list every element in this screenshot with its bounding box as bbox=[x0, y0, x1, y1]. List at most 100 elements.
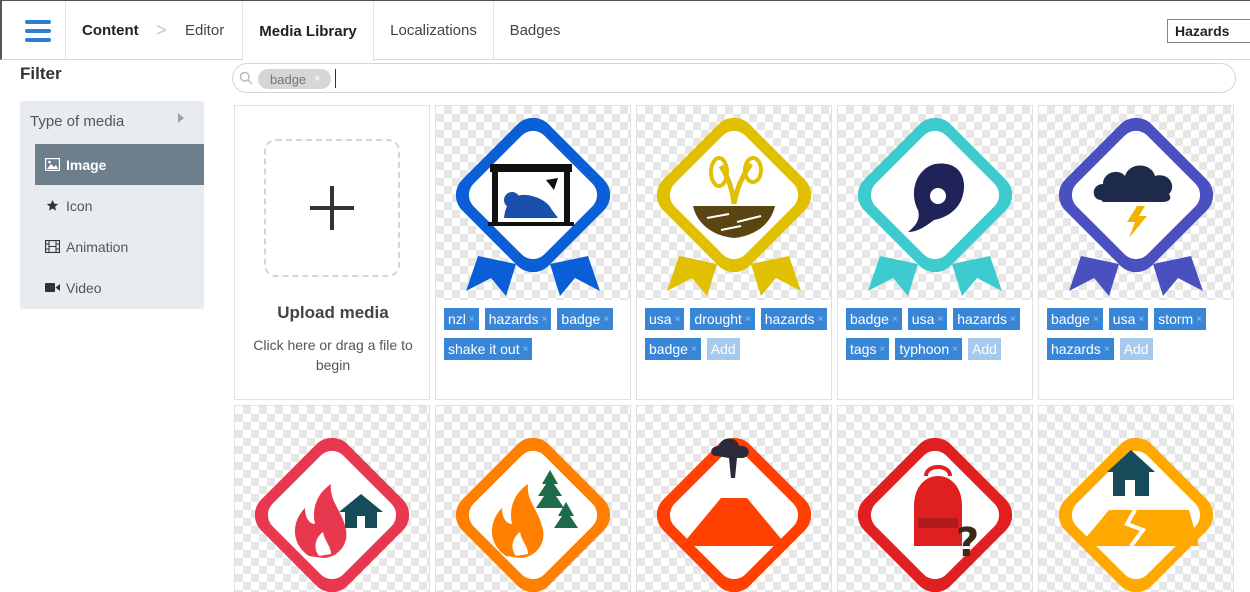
tag-remove-icon[interactable]: × bbox=[542, 314, 548, 325]
media-card[interactable]: usa × drought × hazards × badge × Add bbox=[636, 105, 832, 400]
tag-label: usa bbox=[1112, 311, 1136, 327]
hamburger-menu-icon[interactable] bbox=[10, 1, 66, 60]
tag[interactable]: badge × bbox=[645, 338, 701, 360]
tag-label: storm bbox=[1158, 311, 1194, 327]
tag-label: badge bbox=[561, 311, 601, 327]
filter-title: Filter bbox=[20, 64, 62, 83]
tag-remove-icon[interactable]: × bbox=[1010, 314, 1016, 325]
tag[interactable]: drought × bbox=[690, 308, 755, 330]
filter-item-video[interactable]: Video bbox=[35, 267, 204, 308]
tag-remove-icon[interactable]: × bbox=[1196, 314, 1202, 325]
filter-item-label: Image bbox=[66, 156, 107, 173]
media-card[interactable] bbox=[636, 405, 832, 592]
tag[interactable]: badge × bbox=[1047, 308, 1103, 330]
tag[interactable]: hazards × bbox=[760, 308, 828, 330]
tag-remove-icon[interactable]: × bbox=[1093, 314, 1099, 325]
media-thumbnail[interactable] bbox=[1039, 106, 1233, 300]
tag[interactable]: usa × bbox=[907, 308, 948, 330]
tag-label: usa bbox=[911, 311, 935, 327]
tag-label: typhoon bbox=[899, 341, 950, 357]
filter-item-animation[interactable]: Animation bbox=[35, 226, 204, 267]
tag-remove-icon[interactable]: × bbox=[745, 314, 751, 325]
caret-right-icon[interactable] bbox=[178, 113, 184, 123]
tag[interactable]: hazards × bbox=[1047, 338, 1114, 360]
tag-remove-icon[interactable]: × bbox=[879, 344, 885, 355]
tag-remove-icon[interactable]: × bbox=[469, 314, 475, 325]
tag[interactable]: shake it out × bbox=[444, 338, 533, 360]
tag-label: hazards bbox=[488, 311, 539, 327]
tag[interactable]: tags × bbox=[846, 338, 890, 360]
tab-media-library[interactable]: Media Library bbox=[242, 1, 374, 62]
search-chip[interactable]: badge × bbox=[258, 69, 331, 89]
add-tag-button[interactable]: Add bbox=[706, 338, 740, 360]
tag-remove-icon[interactable]: × bbox=[675, 314, 681, 325]
add-tag-button[interactable]: Add bbox=[1119, 338, 1153, 360]
tag[interactable]: nzl × bbox=[444, 308, 479, 330]
tag-remove-icon[interactable]: × bbox=[937, 314, 943, 325]
project-select[interactable]: Hazards bbox=[1167, 19, 1250, 43]
media-thumbnail[interactable] bbox=[637, 106, 831, 300]
breadcrumb-editor[interactable]: Editor bbox=[185, 1, 224, 60]
tag-remove-icon[interactable]: × bbox=[818, 314, 824, 325]
media-card[interactable] bbox=[1038, 405, 1234, 592]
tag-list: nzl× hazards× badge× shake it out× Add bbox=[444, 308, 628, 360]
tag-label: hazards bbox=[764, 311, 815, 327]
tag-remove-icon[interactable]: × bbox=[1104, 344, 1110, 355]
tag-label: usa bbox=[649, 311, 672, 327]
media-card[interactable]: nzl× hazards× badge× shake it out× Add bbox=[435, 105, 631, 400]
tag[interactable]: usa × bbox=[645, 308, 685, 330]
volcano-badge-icon bbox=[656, 437, 812, 592]
video-camera-icon bbox=[44, 282, 60, 293]
media-card[interactable]: badge × usa × storm × hazards × Add bbox=[1038, 105, 1234, 400]
tag[interactable]: typhoon × bbox=[895, 338, 962, 360]
tag-remove-icon[interactable]: × bbox=[691, 344, 697, 355]
media-thumbnail[interactable] bbox=[838, 106, 1032, 300]
house-fire-badge-icon bbox=[254, 437, 410, 592]
breadcrumb-content[interactable]: Content bbox=[82, 1, 139, 60]
tag-remove-icon[interactable]: × bbox=[952, 344, 958, 355]
media-thumbnail[interactable] bbox=[235, 406, 429, 592]
media-thumbnail[interactable] bbox=[637, 406, 831, 592]
upload-media-card[interactable]: Upload media Click here or drag a file t… bbox=[234, 105, 430, 400]
media-card[interactable] bbox=[435, 405, 631, 592]
media-thumbnail[interactable]: ? bbox=[838, 406, 1032, 592]
media-card[interactable]: badge × usa × hazards × tags × typhoon × Add bbox=[837, 105, 1033, 400]
media-card[interactable]: ? bbox=[837, 405, 1033, 592]
film-icon bbox=[44, 240, 60, 253]
tag-label: badge bbox=[850, 311, 889, 327]
media-type-label[interactable]: Type of media bbox=[30, 113, 124, 130]
tag[interactable]: badge × bbox=[557, 308, 614, 330]
media-thumbnail[interactable] bbox=[436, 106, 630, 300]
add-tag-button[interactable]: Add bbox=[967, 338, 1001, 360]
tag-list: badge × usa × storm × hazards × Add bbox=[1047, 308, 1231, 360]
tag-remove-icon[interactable]: × bbox=[892, 314, 898, 325]
tag-label: nzl bbox=[448, 311, 466, 327]
tab-badges[interactable]: Badges bbox=[494, 1, 576, 60]
media-card[interactable] bbox=[234, 405, 430, 592]
upload-subtitle: Click here or drag a file to begin bbox=[253, 337, 413, 373]
text-cursor bbox=[335, 69, 336, 88]
tag[interactable]: hazards × bbox=[484, 308, 552, 330]
media-thumbnail[interactable] bbox=[1039, 406, 1233, 592]
tab-localizations[interactable]: Localizations bbox=[374, 1, 494, 60]
tag-label: hazards bbox=[957, 311, 1008, 327]
tag[interactable]: badge × bbox=[846, 308, 902, 330]
tag[interactable]: storm × bbox=[1154, 308, 1207, 330]
tag[interactable]: usa × bbox=[1108, 308, 1149, 330]
tag-label: shake it out bbox=[448, 341, 520, 357]
filter-item-image[interactable]: Image bbox=[35, 144, 204, 185]
search-input[interactable]: badge × bbox=[232, 63, 1236, 93]
filter-item-icon[interactable]: Icon bbox=[35, 185, 204, 226]
tag-remove-icon[interactable]: × bbox=[1138, 314, 1144, 325]
upload-dropzone[interactable] bbox=[264, 139, 400, 277]
chip-remove-icon[interactable]: × bbox=[314, 73, 320, 85]
tag-remove-icon[interactable]: × bbox=[603, 314, 609, 325]
media-thumbnail[interactable] bbox=[436, 406, 630, 592]
tag-label: badge bbox=[1051, 311, 1090, 327]
tag[interactable]: hazards × bbox=[953, 308, 1020, 330]
drought-badge-icon bbox=[656, 117, 812, 296]
earthquake-badge-icon bbox=[1058, 437, 1214, 592]
emergency-kit-badge-icon: ? bbox=[857, 437, 1013, 592]
tag-remove-icon[interactable]: × bbox=[523, 344, 529, 355]
top-nav-bar: Content > Editor Media Library Localizat… bbox=[0, 0, 1250, 62]
